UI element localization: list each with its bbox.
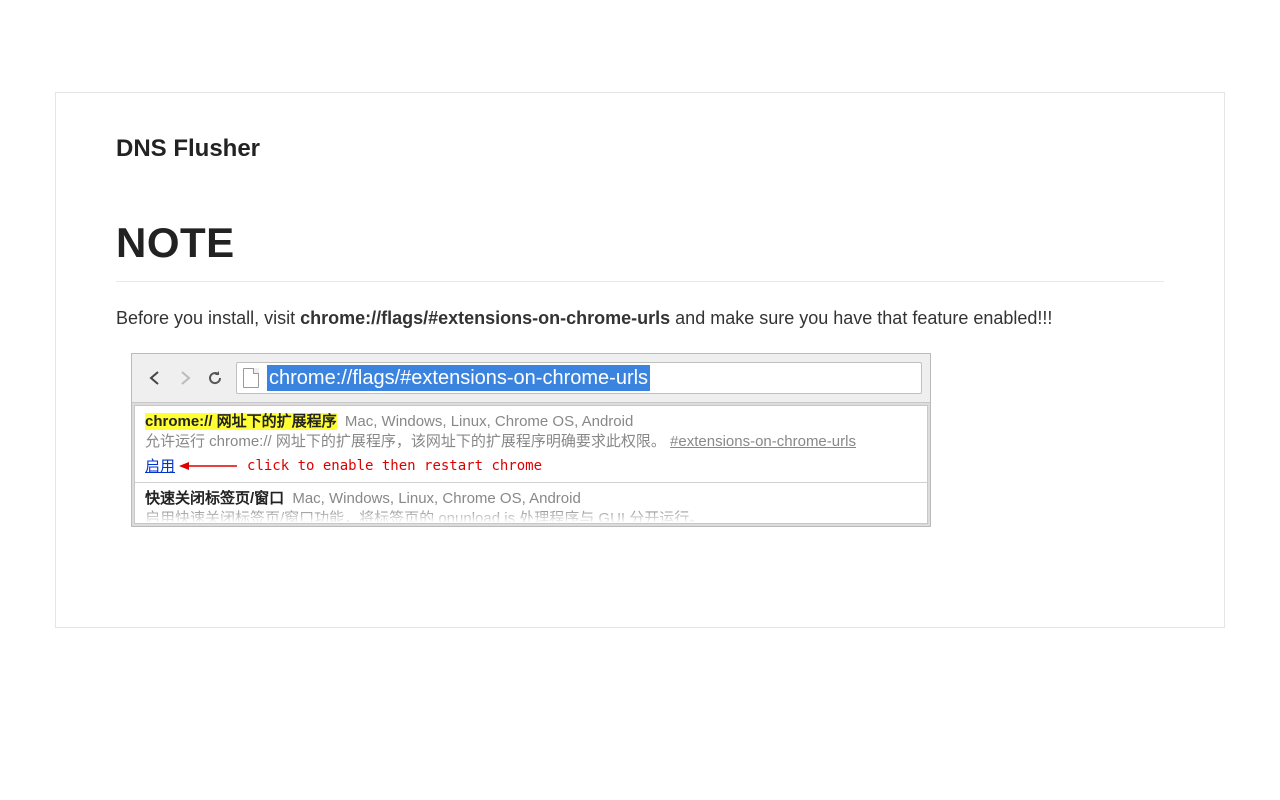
- divider: [116, 281, 1164, 282]
- browser-toolbar: chrome://flags/#extensions-on-chrome-url…: [132, 354, 930, 403]
- flag-description: 允许运行 chrome:// 网址下的扩展程序，该网址下的扩展程序明确要求此权限…: [145, 432, 917, 452]
- back-icon: [140, 363, 170, 393]
- enable-link: 启用: [145, 455, 175, 476]
- embedded-screenshot: chrome://flags/#extensions-on-chrome-url…: [131, 353, 931, 527]
- intro-url: chrome://flags/#extensions-on-chrome-url…: [300, 308, 670, 328]
- flag-name-highlight: chrome:// 网址下的扩展程序: [145, 413, 337, 430]
- flag-item: chrome:// 网址下的扩展程序 Mac, Windows, Linux, …: [135, 406, 927, 483]
- flag-platforms: Mac, Windows, Linux, Chrome OS, Android: [345, 413, 633, 430]
- enable-line: 启用 click to enable then restart chrome: [145, 455, 917, 476]
- flag-item: 快速关闭标签页/窗口 Mac, Windows, Linux, Chrome O…: [135, 483, 927, 523]
- flag-name: 快速关闭标签页/窗口: [145, 490, 284, 507]
- flags-list: chrome:// 网址下的扩展程序 Mac, Windows, Linux, …: [134, 405, 928, 524]
- flag-anchor-link: #extensions-on-chrome-urls: [670, 433, 856, 450]
- intro-after: and make sure you have that feature enab…: [670, 308, 1052, 328]
- intro-paragraph: Before you install, visit chrome://flags…: [116, 306, 1164, 331]
- address-bar-text: chrome://flags/#extensions-on-chrome-url…: [267, 365, 650, 391]
- flag-desc-text: 允许运行 chrome:// 网址下的扩展程序，该网址下的扩展程序明确要求此权限…: [145, 433, 666, 450]
- flag-platforms: Mac, Windows, Linux, Chrome OS, Android: [292, 490, 580, 507]
- arrow-icon: [179, 459, 239, 473]
- forward-icon: [170, 363, 200, 393]
- page-icon: [243, 368, 259, 388]
- reload-icon: [200, 363, 230, 393]
- intro-before: Before you install, visit: [116, 308, 300, 328]
- page-title: DNS Flusher: [116, 135, 1164, 163]
- fade-overlay: [135, 509, 927, 523]
- address-bar: chrome://flags/#extensions-on-chrome-url…: [236, 362, 922, 394]
- flag-title-line: chrome:// 网址下的扩展程序 Mac, Windows, Linux, …: [145, 412, 917, 432]
- note-heading: NOTE: [116, 219, 1164, 267]
- red-annotation: click to enable then restart chrome: [247, 458, 542, 474]
- document-container: DNS Flusher NOTE Before you install, vis…: [55, 92, 1225, 628]
- flag-title-line: 快速关闭标签页/窗口 Mac, Windows, Linux, Chrome O…: [145, 489, 917, 509]
